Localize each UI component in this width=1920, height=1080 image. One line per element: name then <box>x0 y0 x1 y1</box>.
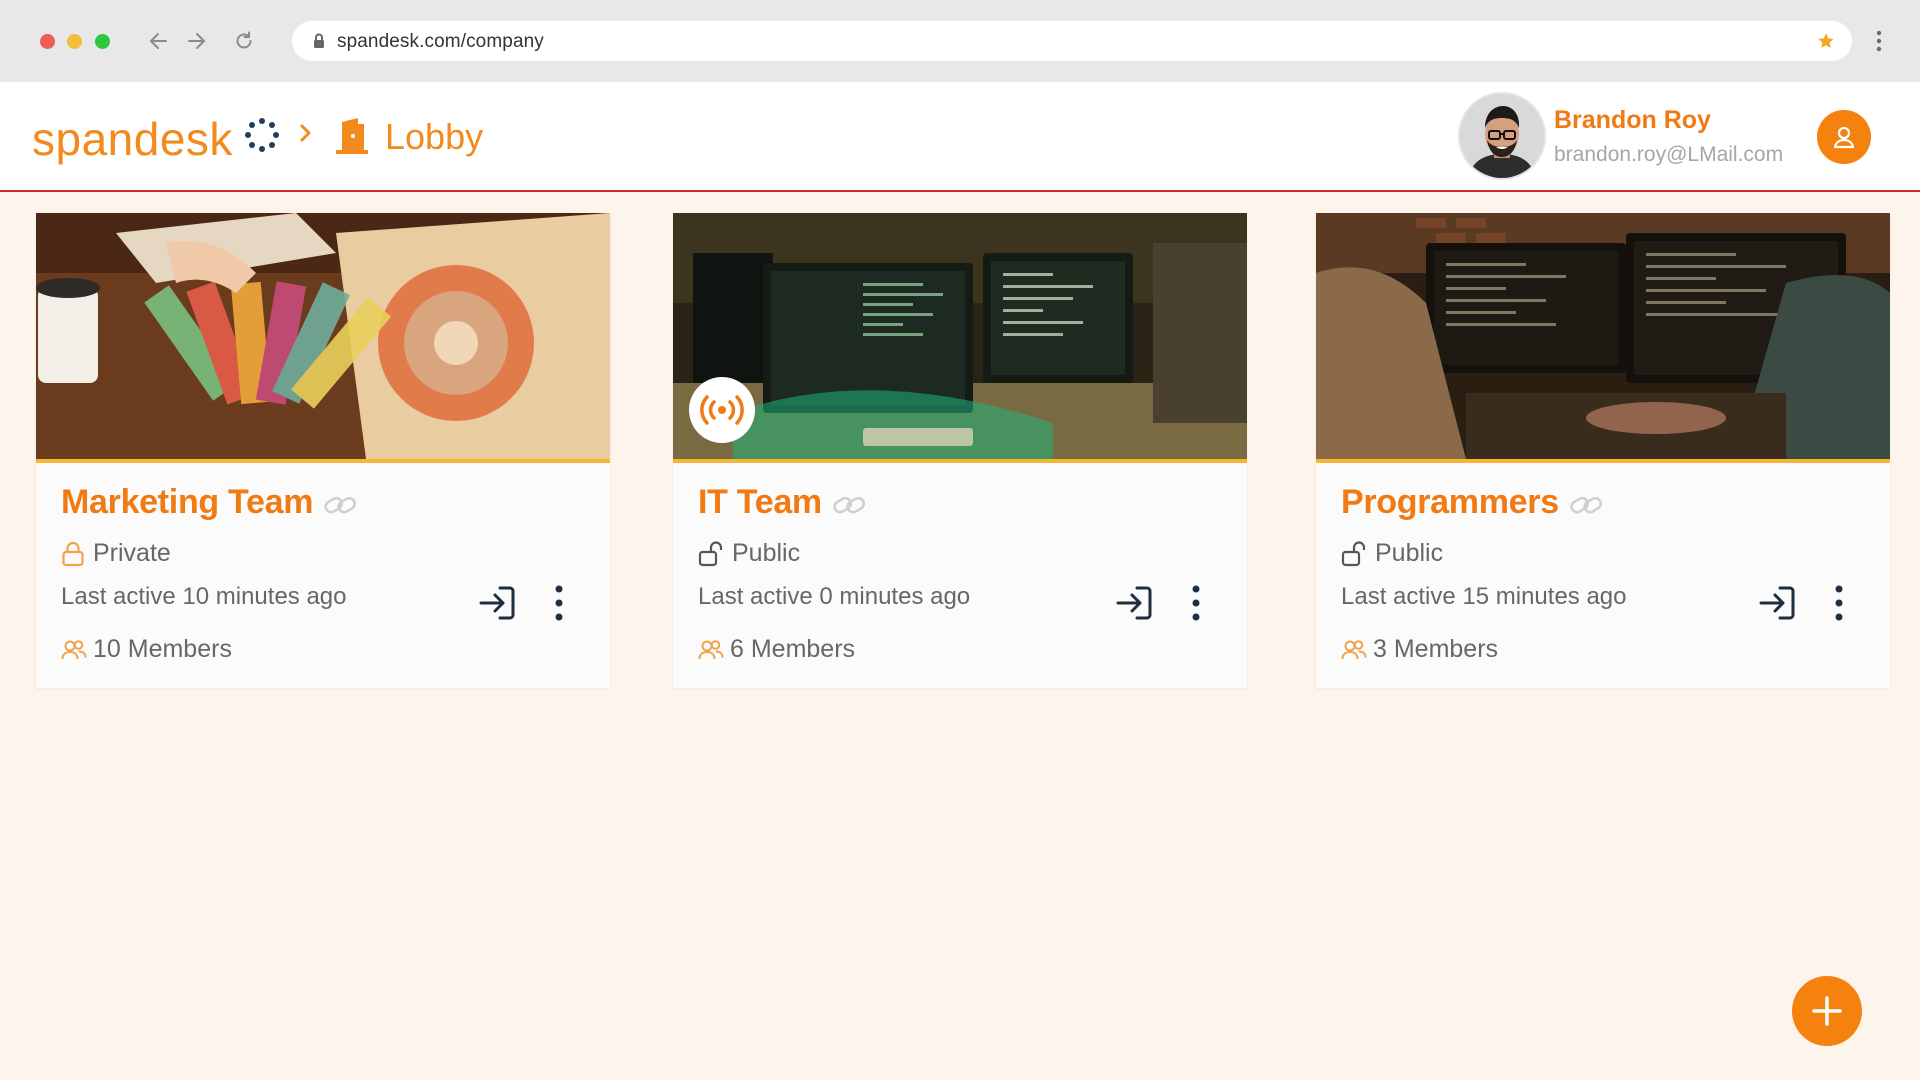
login-icon <box>1116 586 1152 620</box>
door-icon <box>336 118 368 154</box>
kebab-menu-icon <box>555 585 563 621</box>
app-header: spandesk Lobby Brandon Roy brandon.roy@L… <box>0 82 1920 192</box>
privacy-label: Public <box>732 539 801 567</box>
breadcrumb-chevron-icon <box>300 124 311 142</box>
live-badge <box>689 377 755 443</box>
members-row: 3 Members <box>1341 635 1498 664</box>
reload-button[interactable] <box>229 26 259 56</box>
link-icon[interactable] <box>1569 494 1603 516</box>
card-title-row: IT Team <box>698 483 866 522</box>
last-active-text: Last active 10 minutes ago <box>61 583 347 610</box>
more-options-button[interactable] <box>1824 580 1854 626</box>
privacy-label: Public <box>1375 539 1444 567</box>
join-room-button[interactable] <box>1112 580 1158 626</box>
members-count: 6 Members <box>730 635 856 663</box>
user-email: brandon.roy@LMail.com <box>1554 143 1784 166</box>
marketing-image <box>36 213 610 459</box>
join-room-button[interactable] <box>475 580 521 626</box>
it-team-image <box>673 213 1247 459</box>
reload-icon <box>236 31 252 49</box>
last-active-text: Last active 15 minutes ago <box>1341 583 1627 610</box>
card-image <box>1316 213 1890 463</box>
members-count: 10 Members <box>93 635 232 663</box>
more-options-button[interactable] <box>544 580 574 626</box>
profile-button[interactable] <box>1817 110 1871 164</box>
privacy-row: Private <box>61 539 171 568</box>
members-icon <box>1341 639 1367 659</box>
privacy-label: Private <box>93 539 171 567</box>
card-image <box>36 213 610 463</box>
card-title-row: Marketing Team <box>61 483 357 522</box>
close-window-button[interactable] <box>40 34 55 49</box>
browser-chrome: spandesk.com/company <box>0 0 1920 82</box>
privacy-row: Public <box>1341 539 1443 568</box>
card-title[interactable]: Marketing Team <box>61 483 313 522</box>
join-room-button[interactable] <box>1755 580 1801 626</box>
lock-open-icon <box>1341 540 1366 566</box>
back-button[interactable] <box>144 26 174 56</box>
breadcrumb-lobby[interactable]: Lobby <box>385 116 483 158</box>
team-card-marketing[interactable]: Marketing Team Private Last active 10 mi… <box>36 213 610 688</box>
card-image <box>673 213 1247 463</box>
card-title-row: Programmers <box>1341 483 1603 522</box>
members-count: 3 Members <box>1373 635 1499 663</box>
kebab-menu-icon <box>1835 585 1843 621</box>
card-title[interactable]: Programmers <box>1341 483 1559 522</box>
arrow-left-icon <box>150 33 167 49</box>
add-room-button[interactable] <box>1792 976 1862 1046</box>
programmers-image <box>1316 213 1890 459</box>
user-name: Brandon Roy <box>1554 106 1711 134</box>
lock-open-icon <box>698 540 723 566</box>
address-bar[interactable]: spandesk.com/company <box>292 21 1852 61</box>
url-text: spandesk.com/company <box>337 31 544 52</box>
card-title[interactable]: IT Team <box>698 483 822 522</box>
privacy-row: Public <box>698 539 800 568</box>
members-row: 6 Members <box>698 635 855 664</box>
link-icon[interactable] <box>323 494 357 516</box>
broadcast-icon <box>700 395 744 425</box>
browser-menu-icon[interactable] <box>1876 30 1882 52</box>
kebab-menu-icon <box>1192 585 1200 621</box>
brand-logo-text[interactable]: spandesk <box>32 112 233 166</box>
more-options-button[interactable] <box>1181 580 1211 626</box>
lock-icon <box>314 33 324 48</box>
last-active-text: Last active 0 minutes ago <box>698 583 971 610</box>
maximize-window-button[interactable] <box>95 34 110 49</box>
members-icon <box>61 639 87 659</box>
team-card-programmers[interactable]: Programmers Public Last active 15 minute… <box>1316 213 1890 688</box>
link-icon[interactable] <box>832 494 866 516</box>
logo-dots-icon <box>245 118 279 152</box>
login-icon <box>1759 586 1795 620</box>
avatar[interactable] <box>1460 94 1544 178</box>
team-card-it[interactable]: IT Team Public Last active 0 minutes ago… <box>673 213 1247 688</box>
minimize-window-button[interactable] <box>67 34 82 49</box>
forward-button[interactable] <box>181 26 211 56</box>
plus-icon <box>1812 996 1842 1026</box>
arrow-right-icon <box>188 33 205 49</box>
lock-closed-icon <box>62 541 84 566</box>
login-icon <box>479 586 515 620</box>
members-row: 10 Members <box>61 635 232 664</box>
user-icon <box>1833 126 1855 149</box>
user-photo <box>1460 94 1544 178</box>
members-icon <box>698 639 724 659</box>
bookmark-star-icon[interactable] <box>1817 32 1835 50</box>
